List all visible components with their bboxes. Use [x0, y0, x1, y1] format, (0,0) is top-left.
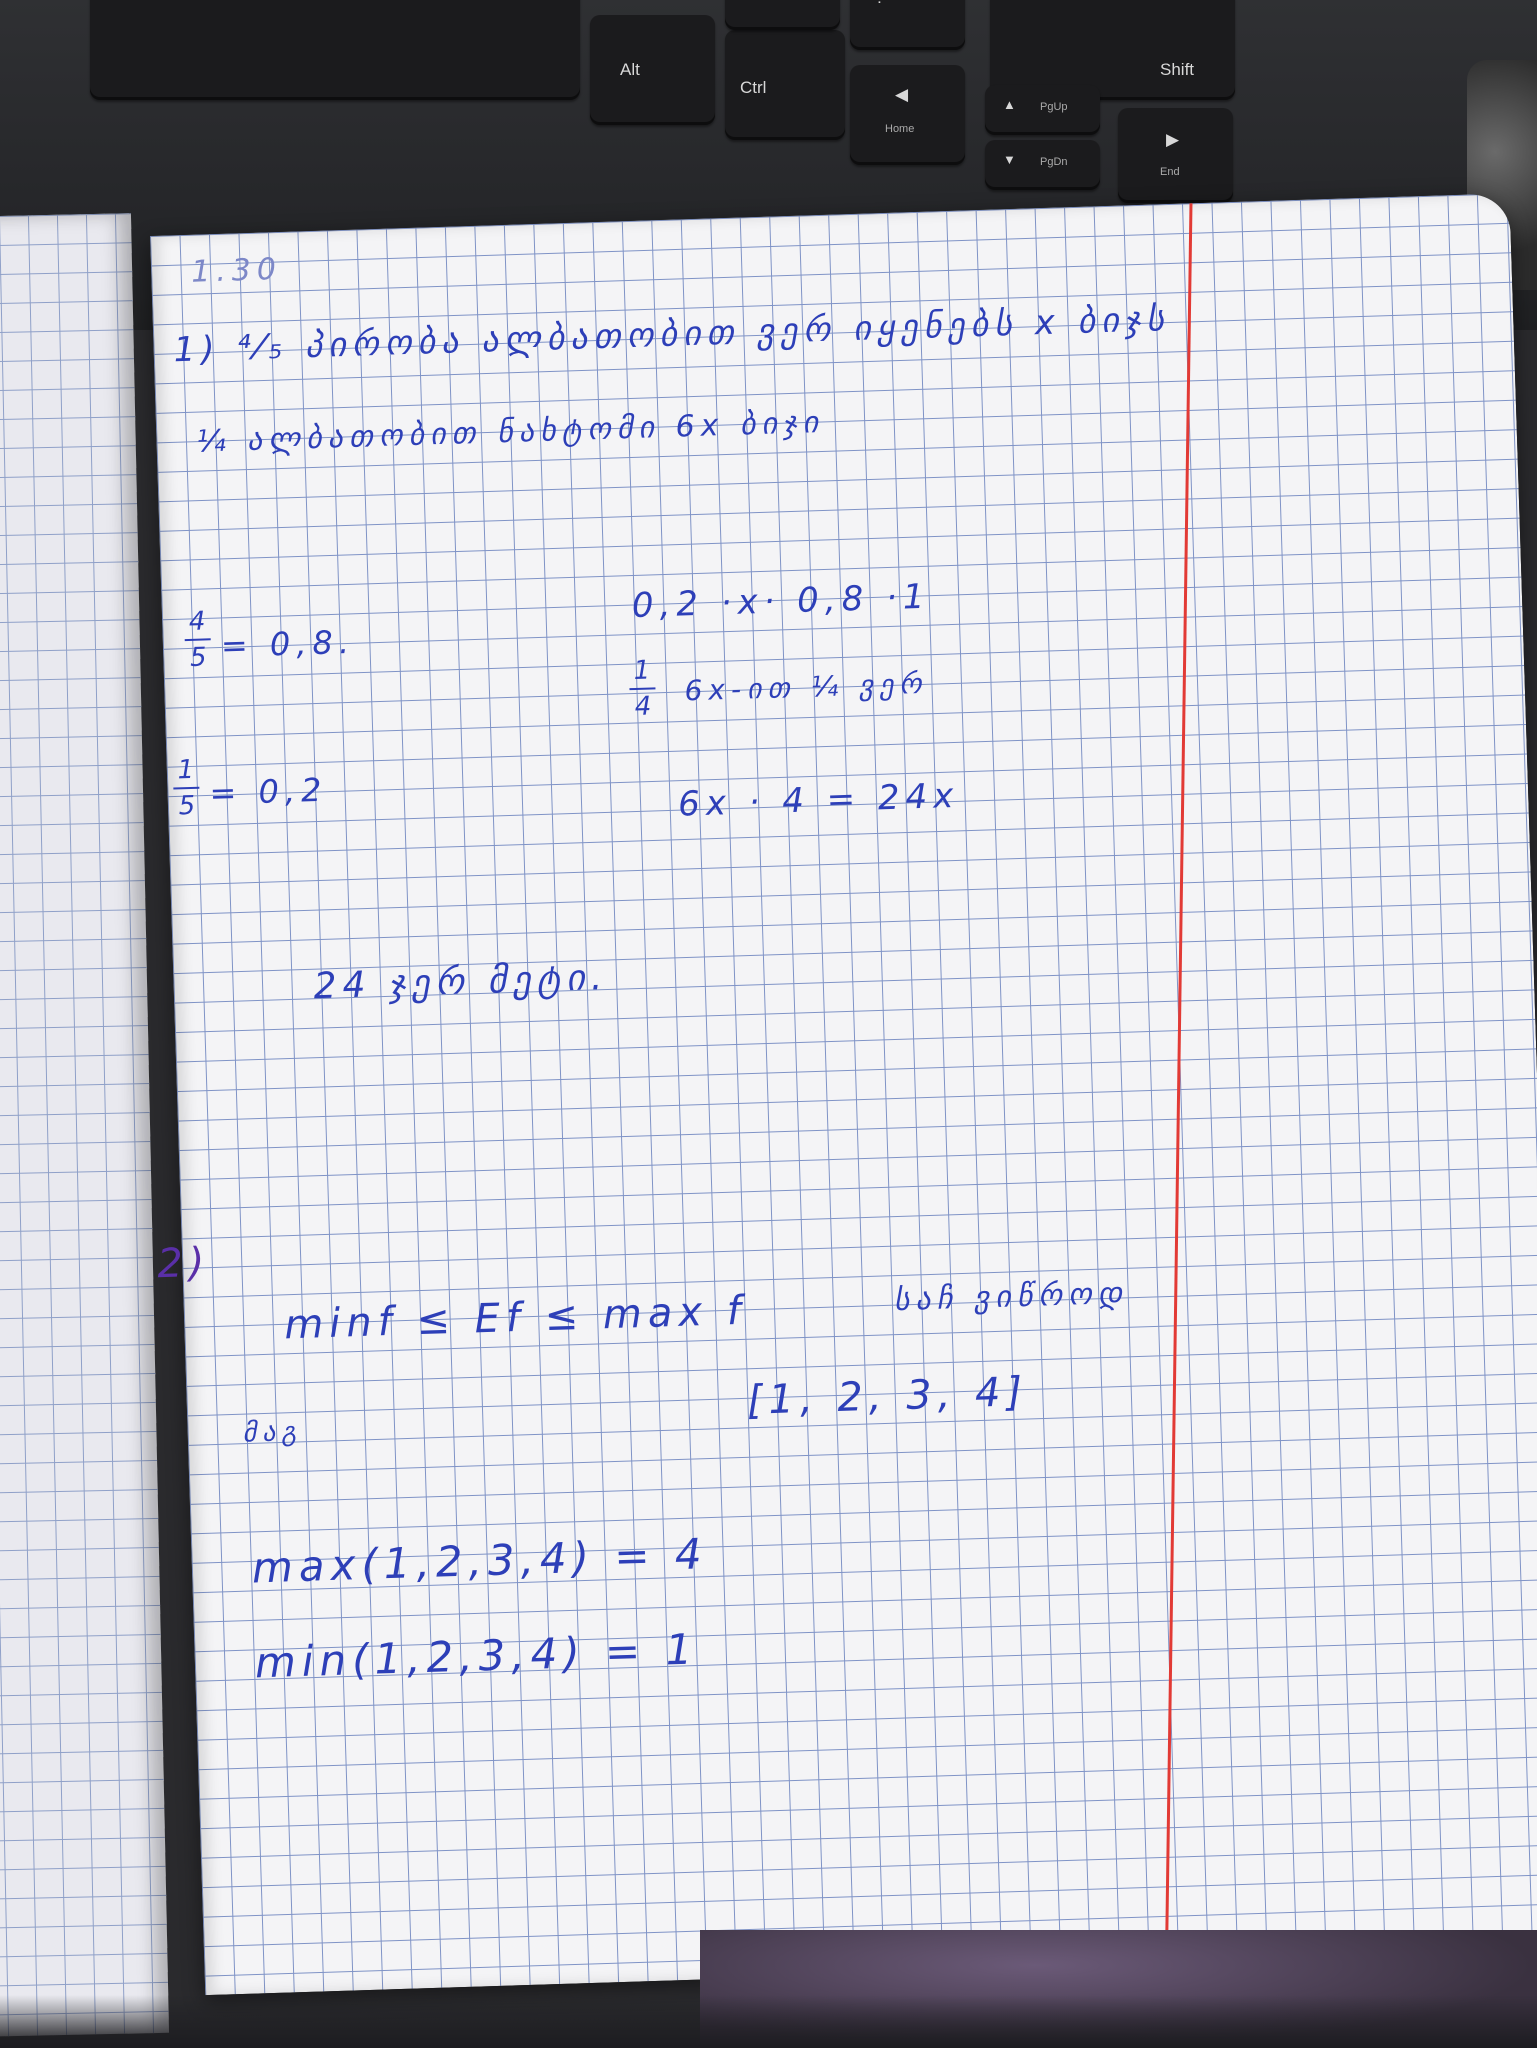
key-home-label: Home — [885, 123, 915, 135]
fraction-b: 1 5 — [172, 755, 200, 822]
fraction-b-value: = 0,2 — [208, 770, 328, 813]
fraction-c-bar — [629, 687, 656, 691]
section-2-mark: 2) — [156, 1239, 212, 1288]
key-alt-label: Alt — [620, 60, 640, 79]
key-ctrl: Ctrl — [725, 30, 845, 140]
up-arrow-icon: ▲ — [1003, 97, 1016, 112]
key-pgup-label: PgUp — [1040, 101, 1068, 113]
fraction-a-den: 5 — [189, 642, 208, 673]
line-1: 1) ⁴⁄₅ პირობა ალბათობით ვერ იყენებს x ბი… — [172, 299, 1171, 371]
margin-line — [1164, 203, 1193, 1964]
down-arrow-icon: ▼ — [1003, 152, 1016, 167]
problem-number: 1.30 — [190, 251, 283, 290]
fraction-b-bar — [173, 786, 200, 790]
min-line: min(1,2,3,4) = 1 — [254, 1624, 699, 1688]
key-blank-left — [90, 0, 580, 100]
probabilities-line: 0,2 ·x· 0,8 ·1 — [631, 576, 932, 627]
key-pgdn: ▼ PgDn — [985, 140, 1100, 190]
max-line: max(1,2,3,4) = 4 — [251, 1529, 709, 1593]
bottom-shadow — [0, 1995, 1537, 2048]
key-shift-label: Shift — [1160, 60, 1195, 79]
key-alt: Alt — [590, 15, 715, 125]
line-2: ¼ ალბათობით ნახტომი 6x ბიჯი — [195, 404, 825, 460]
key-ctrl-label: Ctrl — [740, 78, 767, 97]
key-question-label: ? — [875, 0, 884, 8]
key-question: ? — [850, 0, 965, 50]
key-pgdn-label: PgDn — [1040, 156, 1068, 168]
right-arrow-icon: ▶ — [1166, 130, 1180, 149]
fraction-c-den: 4 — [634, 691, 652, 722]
fraction-a: 4 5 — [184, 606, 212, 673]
quarter-text: 6x-ით ¼ ვერ — [684, 666, 929, 708]
inequality-note: საჩ ვიწროდ — [893, 1275, 1129, 1319]
fraction-c: 1 4 — [628, 655, 656, 722]
notebook-page: 1.30 1) ⁴⁄₅ პირობა ალბათობით ვერ იყენებს… — [150, 193, 1537, 1996]
key-home: ◀ Home — [850, 65, 965, 165]
answer: 24 ჯერ მეტი. — [313, 956, 609, 1008]
fraction-a-num: 4 — [188, 606, 206, 637]
fraction-a-bar — [184, 638, 211, 642]
fraction-b-num: 1 — [177, 754, 195, 786]
left-arrow-icon: ◀ — [895, 85, 909, 104]
notebook-left-page — [0, 213, 170, 2037]
fraction-a-value: = 0,8. — [220, 622, 356, 665]
inequality: minf ≤ Ef ≤ max f — [283, 1287, 748, 1349]
example-label: მაგ — [242, 1416, 304, 1449]
fraction-c-num: 1 — [633, 655, 651, 687]
key-pgup: ▲ PgUp — [985, 85, 1100, 135]
key-end-label: End — [1160, 166, 1180, 178]
example-set: [1, 2, 3, 4] — [746, 1369, 1029, 1424]
fraction-b-den: 5 — [178, 790, 196, 822]
key-period — [725, 0, 840, 30]
key-end: ▶ End — [1118, 108, 1233, 203]
equation: 6x · 4 = 24x — [677, 775, 960, 825]
